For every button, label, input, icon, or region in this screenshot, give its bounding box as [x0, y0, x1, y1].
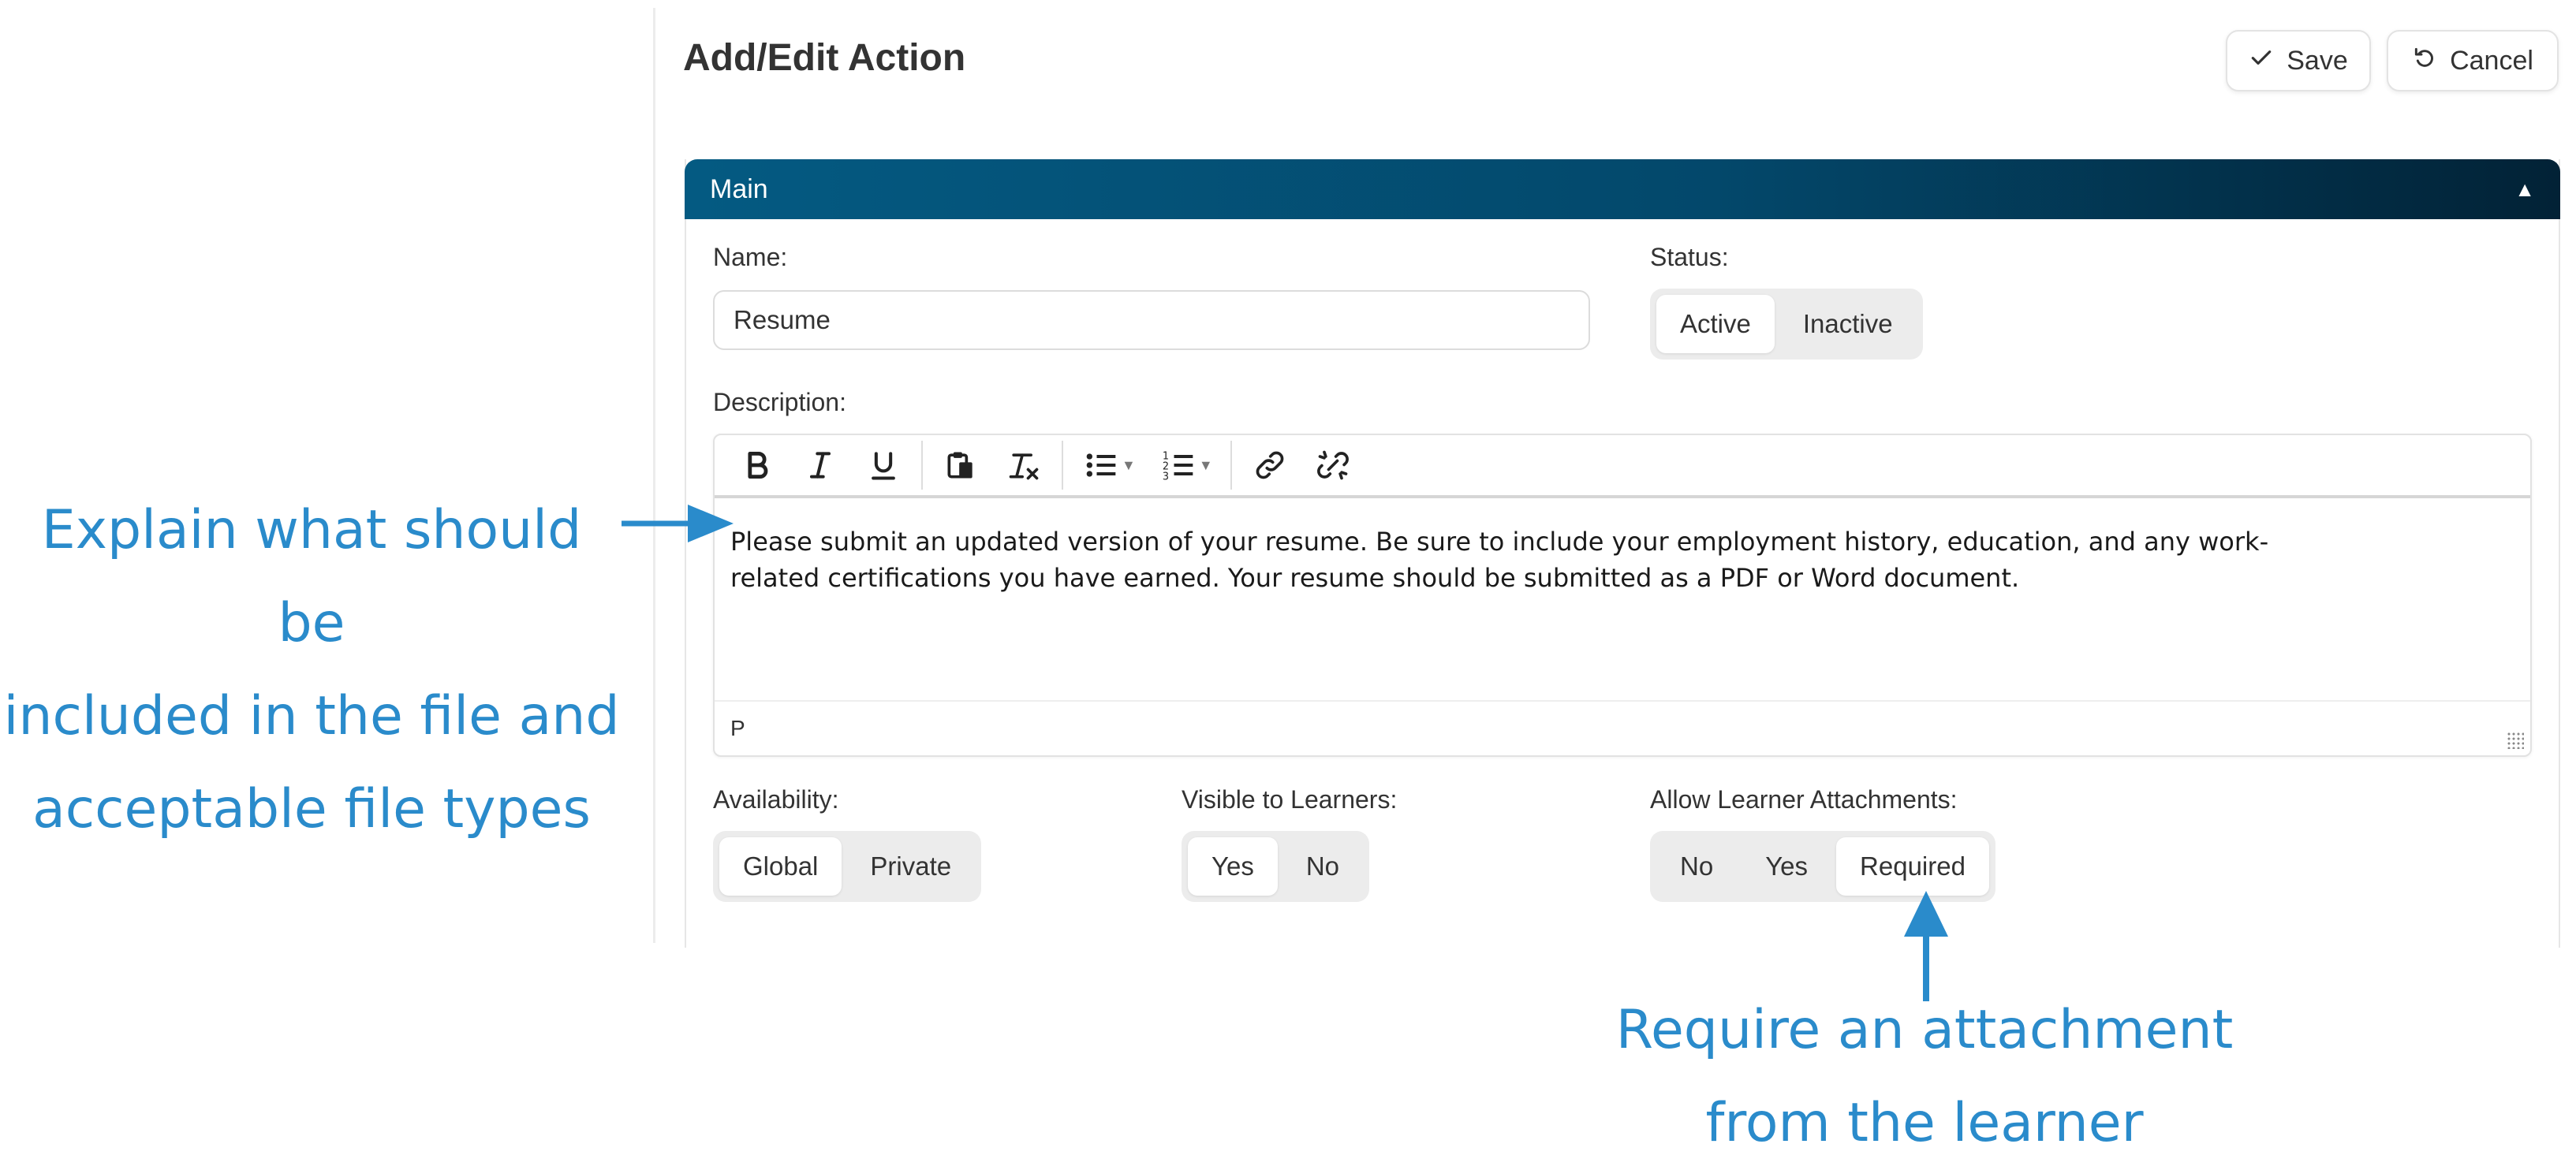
resize-handle-icon[interactable]: [2507, 732, 2524, 749]
chevron-down-icon[interactable]: ▼: [1122, 457, 1136, 474]
availability-label: Availability:: [713, 785, 839, 814]
save-label: Save: [2287, 45, 2348, 76]
section-title: Main: [710, 173, 768, 204]
editor-toolbar: ▼ 123 ▼: [715, 435, 2530, 498]
annotation-line: Explain what should be: [41, 499, 582, 654]
page-title: Add/Edit Action: [683, 37, 966, 79]
status-active-option[interactable]: Active: [1656, 295, 1775, 353]
cancel-button[interactable]: Cancel: [2387, 30, 2559, 91]
clear-formatting-icon[interactable]: [992, 438, 1055, 493]
annotation-line: acceptable file types: [32, 778, 591, 840]
description-line: Please submit an updated version of your…: [730, 527, 2269, 557]
attachments-toggle: No Yes Required: [1650, 831, 1995, 902]
availability-private-option[interactable]: Private: [846, 837, 975, 896]
attachments-yes-option[interactable]: Yes: [1742, 837, 1831, 896]
bold-icon[interactable]: [726, 438, 789, 493]
paste-icon[interactable]: [929, 438, 992, 493]
editor-statusbar: P: [715, 700, 2530, 755]
availability-toggle: Global Private: [713, 831, 982, 902]
cancel-label: Cancel: [2450, 45, 2533, 76]
annotation-line: from the learner: [1705, 1092, 2144, 1154]
italic-icon[interactable]: [789, 438, 852, 493]
toolbar-divider: [1230, 441, 1232, 490]
visible-toggle: Yes No: [1182, 831, 1370, 902]
status-toggle: Active Inactive: [1650, 289, 1923, 360]
description-line: related certifications you have earned. …: [730, 563, 2020, 593]
attachments-required-option[interactable]: Required: [1836, 837, 1989, 896]
toolbar-divider: [1062, 441, 1063, 490]
name-input[interactable]: Resume: [713, 290, 1590, 350]
attachments-label: Allow Learner Attachments:: [1650, 785, 1958, 814]
annotation-line: included in the file and: [3, 685, 620, 747]
annotation-attachment: Require an attachment from the learner: [1570, 984, 2279, 1170]
status-label: Status:: [1650, 243, 1729, 271]
visible-no-option[interactable]: No: [1282, 837, 1363, 896]
main-section-header[interactable]: Main ▲: [685, 159, 2560, 219]
collapse-caret-icon[interactable]: ▲: [2514, 177, 2535, 202]
underline-icon[interactable]: [852, 438, 915, 493]
chevron-down-icon[interactable]: ▼: [1199, 457, 1213, 474]
toolbar-divider: [921, 441, 923, 490]
name-value: Resume: [734, 305, 831, 334]
undo-icon: [2412, 45, 2437, 77]
status-inactive-option[interactable]: Inactive: [1779, 295, 1917, 353]
annotation-line: Require an attachment: [1615, 999, 2234, 1061]
element-path: P: [730, 716, 745, 740]
annotation-description: Explain what should be included in the f…: [0, 484, 623, 856]
check-icon: [2249, 45, 2274, 77]
attachments-no-option[interactable]: No: [1656, 837, 1737, 896]
description-text[interactable]: Please submit an updated version of your…: [730, 524, 2489, 596]
svg-text:3: 3: [1163, 471, 1169, 483]
save-button[interactable]: Save: [2226, 30, 2371, 91]
availability-global-option[interactable]: Global: [719, 837, 842, 896]
link-icon[interactable]: [1238, 438, 1301, 493]
description-label: Description:: [713, 388, 846, 416]
name-label: Name:: [713, 243, 788, 271]
description-editor[interactable]: ▼ 123 ▼ Please submit an updated version…: [713, 434, 2532, 757]
visible-yes-option[interactable]: Yes: [1188, 837, 1278, 896]
unlink-icon[interactable]: [1301, 438, 1365, 493]
visible-label: Visible to Learners:: [1182, 785, 1398, 814]
